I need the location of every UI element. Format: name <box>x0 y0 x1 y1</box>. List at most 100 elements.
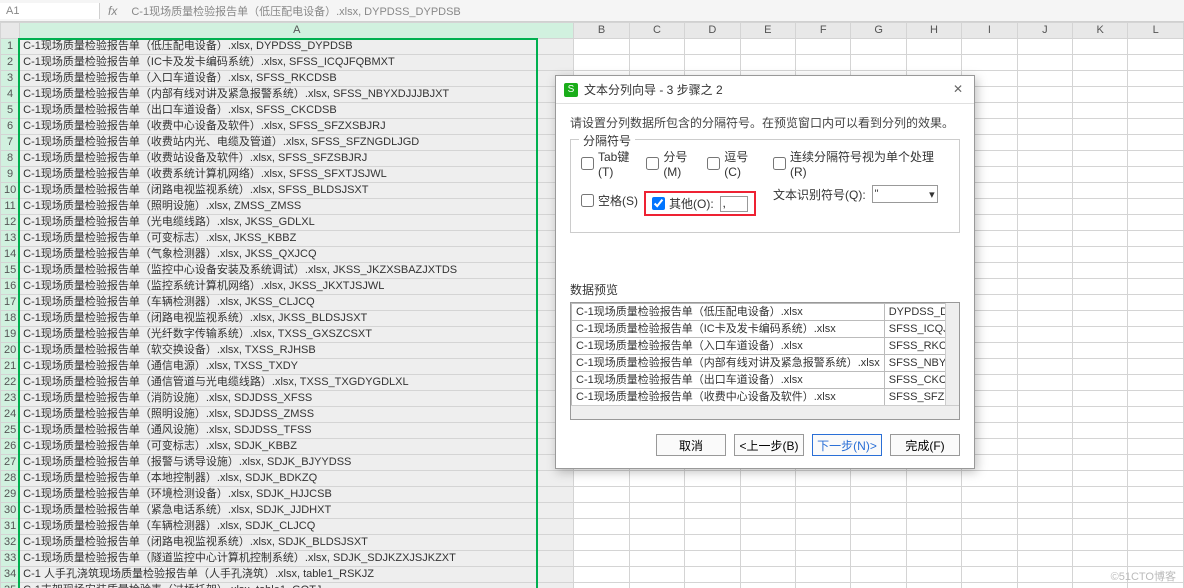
tab-checkbox[interactable]: Tab键(T) <box>581 148 640 179</box>
cell[interactable]: C-1现场质量检验报告单（内部有线对讲及紧急报警系统）.xlsx, SFSS_N… <box>20 87 574 103</box>
row-header[interactable]: 12 <box>1 215 20 231</box>
cell[interactable] <box>629 487 684 503</box>
cell[interactable]: C-1现场质量检验报告单（监控系统计算机网络）.xlsx, JKSS_JKXTJ… <box>20 279 574 295</box>
treat-consecutive-checkbox[interactable]: 连续分隔符号视为单个处理(R) <box>773 148 949 179</box>
cell[interactable]: C-1现场质量检验报告单（收费站内光、电缆及管道）.xlsx, SFSS_SFZ… <box>20 135 574 151</box>
cell[interactable] <box>1073 487 1128 503</box>
cell[interactable] <box>1017 263 1072 279</box>
cell[interactable] <box>962 55 1017 71</box>
row-header[interactable]: 19 <box>1 327 20 343</box>
cell[interactable] <box>906 39 961 55</box>
cell[interactable] <box>629 551 684 567</box>
cell[interactable] <box>1073 183 1128 199</box>
row-header[interactable]: 11 <box>1 199 20 215</box>
cell[interactable] <box>1128 39 1184 55</box>
cell[interactable] <box>1017 423 1072 439</box>
cell[interactable] <box>685 551 740 567</box>
cell[interactable] <box>906 583 961 588</box>
cell[interactable] <box>685 487 740 503</box>
cell[interactable]: C-1现场质量检验报告单（软交换设备）.xlsx, TXSS_RJHSB <box>20 343 574 359</box>
cell[interactable] <box>685 583 740 588</box>
cell[interactable]: C-1现场质量检验报告单（通风设施）.xlsx, SDJDSS_TFSS <box>20 423 574 439</box>
cell[interactable] <box>1128 327 1184 343</box>
cell[interactable] <box>962 519 1017 535</box>
cell[interactable] <box>795 583 850 588</box>
cell[interactable] <box>1017 535 1072 551</box>
cell[interactable]: C-1现场质量检验报告单（报警与诱导设施）.xlsx, SDJK_BJYYDSS <box>20 455 574 471</box>
cell[interactable] <box>1128 215 1184 231</box>
cell[interactable] <box>851 503 906 519</box>
cell[interactable]: C-1现场质量检验报告单（闭路电视监视系统）.xlsx, SDJK_BLDSJS… <box>20 535 574 551</box>
cell[interactable] <box>740 535 795 551</box>
cell[interactable] <box>1073 247 1128 263</box>
row-header[interactable]: 17 <box>1 295 20 311</box>
cell[interactable] <box>1073 119 1128 135</box>
cell[interactable] <box>1017 151 1072 167</box>
cell[interactable] <box>1017 311 1072 327</box>
row-header[interactable]: 7 <box>1 135 20 151</box>
cell[interactable] <box>851 535 906 551</box>
cell[interactable] <box>851 471 906 487</box>
cell[interactable] <box>851 39 906 55</box>
cell[interactable] <box>1017 359 1072 375</box>
cell[interactable] <box>1128 151 1184 167</box>
col-header-A[interactable]: A <box>20 23 574 39</box>
cell[interactable] <box>1128 407 1184 423</box>
cell[interactable] <box>851 567 906 583</box>
cell[interactable] <box>1128 199 1184 215</box>
cell[interactable] <box>1017 519 1072 535</box>
cell[interactable] <box>740 583 795 588</box>
cell[interactable]: C-1现场质量检验报告单（入口车道设备）.xlsx, SFSS_RKCDSB <box>20 71 574 87</box>
cell[interactable] <box>1017 87 1072 103</box>
cell[interactable] <box>574 567 629 583</box>
cell[interactable]: C-1现场质量检验报告单（环境检测设备）.xlsx, SDJK_HJJCSB <box>20 487 574 503</box>
cell[interactable] <box>1017 119 1072 135</box>
cell[interactable] <box>1128 535 1184 551</box>
cell[interactable] <box>1073 295 1128 311</box>
cell[interactable] <box>1017 327 1072 343</box>
cell[interactable] <box>1073 343 1128 359</box>
col-header-C[interactable]: C <box>629 23 684 39</box>
cell[interactable] <box>740 471 795 487</box>
cell[interactable] <box>795 503 850 519</box>
cell[interactable] <box>1073 423 1128 439</box>
row-header[interactable]: 31 <box>1 519 20 535</box>
cell[interactable] <box>851 551 906 567</box>
row-header[interactable]: 21 <box>1 359 20 375</box>
cell[interactable] <box>1128 231 1184 247</box>
cell[interactable] <box>1073 263 1128 279</box>
cell[interactable]: C-1现场质量检验报告单（隧道监控中心计算机控制系统）.xlsx, SDJK_S… <box>20 551 574 567</box>
cell[interactable] <box>1128 487 1184 503</box>
preview-scrollbar-vertical[interactable] <box>945 303 959 405</box>
text-qualifier-select[interactable]: "▾ <box>872 185 938 203</box>
name-box[interactable]: A1 <box>0 3 100 19</box>
cell[interactable] <box>906 471 961 487</box>
cell[interactable] <box>740 55 795 71</box>
cell[interactable] <box>1073 231 1128 247</box>
cell[interactable] <box>1073 279 1128 295</box>
row-header[interactable]: 26 <box>1 439 20 455</box>
col-header-G[interactable]: G <box>851 23 906 39</box>
cell[interactable] <box>685 567 740 583</box>
col-header-H[interactable]: H <box>906 23 961 39</box>
cell[interactable] <box>1017 439 1072 455</box>
cell[interactable] <box>1128 247 1184 263</box>
cell[interactable] <box>1073 327 1128 343</box>
cell[interactable] <box>740 39 795 55</box>
cell[interactable] <box>629 471 684 487</box>
cell[interactable]: C-1 人手孔浇筑现场质量检验报告单（人手孔浇筑）.xlsx, table1_R… <box>20 567 574 583</box>
cell[interactable] <box>906 519 961 535</box>
formula-input[interactable]: C-1现场质量检验报告单（低压配电设备）.xlsx, DYPDSS_DYPDSB <box>125 1 1184 21</box>
space-checkbox[interactable]: 空格(S) <box>581 192 638 209</box>
cell[interactable] <box>740 503 795 519</box>
row-header[interactable]: 35 <box>1 583 20 588</box>
cell[interactable] <box>685 503 740 519</box>
cell[interactable] <box>1073 215 1128 231</box>
row-header[interactable]: 28 <box>1 471 20 487</box>
row-header[interactable]: 15 <box>1 263 20 279</box>
cell[interactable] <box>1073 151 1128 167</box>
cell[interactable] <box>574 39 629 55</box>
row-header[interactable]: 14 <box>1 247 20 263</box>
cell[interactable] <box>1073 535 1128 551</box>
select-all-corner[interactable] <box>1 23 20 39</box>
